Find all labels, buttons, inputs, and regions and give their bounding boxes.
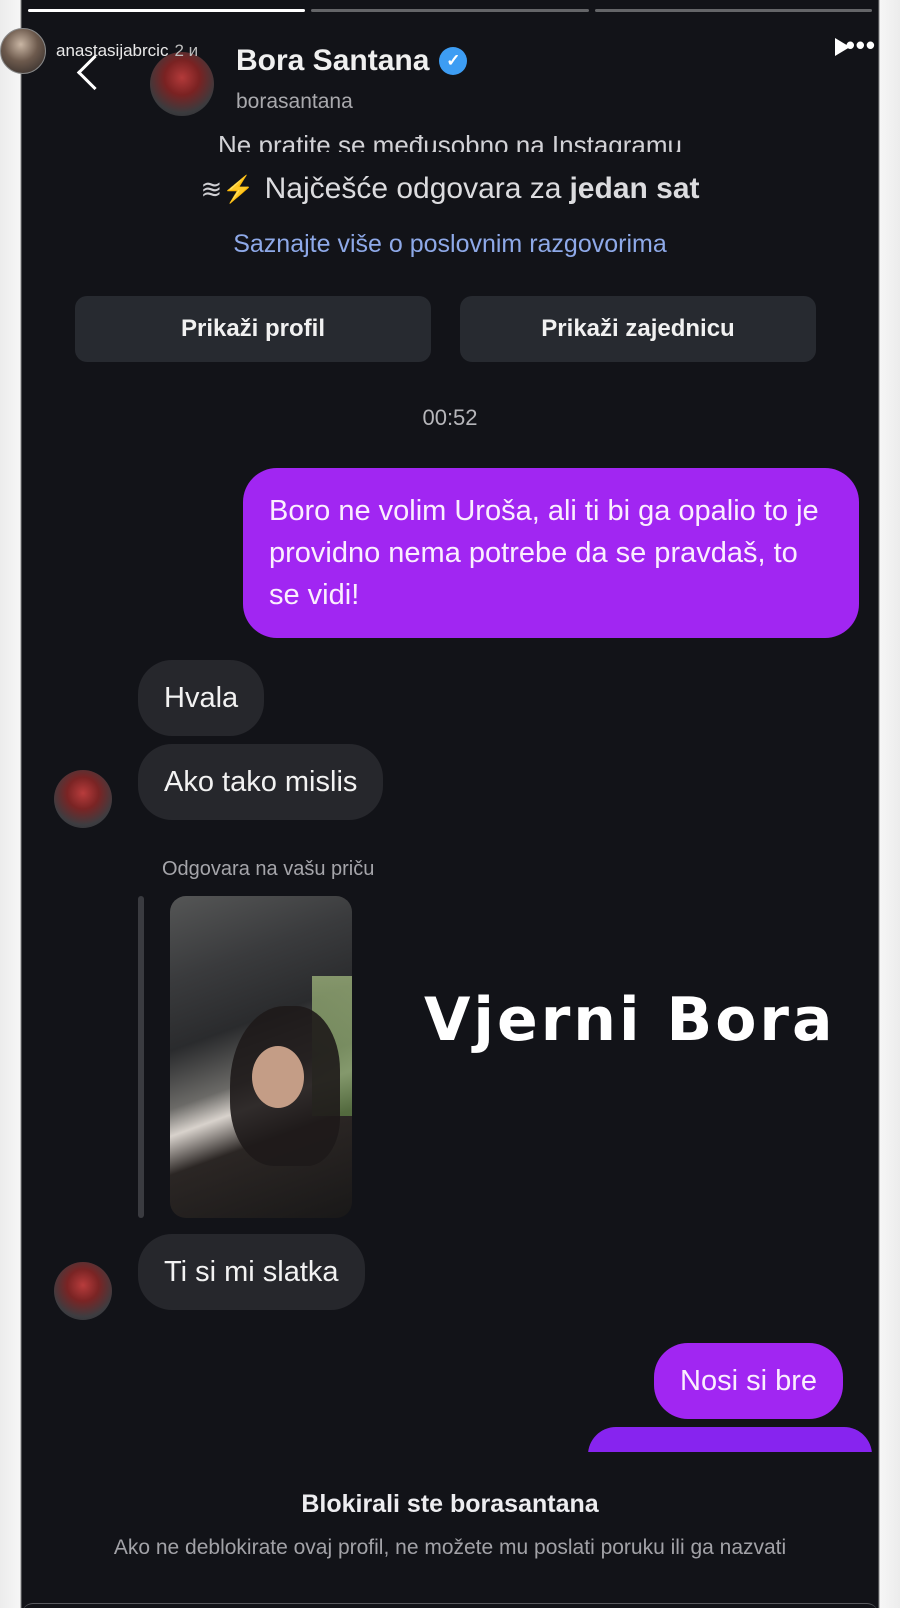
story-reply-label: Odgovara na vašu priču — [162, 858, 375, 880]
mutual-follow-info: Ne pratite se međusobno na Instagramu — [218, 130, 682, 152]
reply-indicator-bar — [138, 896, 144, 1218]
view-community-button[interactable]: Prikaži zajednicu — [460, 296, 816, 362]
more-options-icon[interactable]: ••• — [846, 30, 876, 61]
verified-badge-icon: ✓ — [439, 47, 468, 75]
message-bubble-outgoing[interactable]: Boro ne volim Uroša, ali ti bi ga opalio… — [243, 468, 859, 638]
story-caption-text: Vjerni Bora — [424, 985, 836, 1055]
story-header[interactable]: anastasijabrcic 2 и — [0, 28, 198, 74]
dm-screen: Bora Santana ✓ borasantana Ne pratite se… — [22, 0, 878, 1608]
response-time-bold: jedan sat — [569, 172, 700, 205]
blocked-notice: Blokirali ste borasantana Ako ne debloki… — [22, 1452, 878, 1608]
dm-contact-name[interactable]: Bora Santana ✓ — [236, 44, 468, 78]
story-progress-segment — [594, 9, 872, 12]
message-timestamp: 00:52 — [422, 405, 478, 430]
message-bubble-incoming[interactable]: Ako tako mislis — [138, 744, 384, 820]
story-thumbnail[interactable] — [170, 896, 352, 1218]
response-time-info: ≋⚡ Najčešće odgovara za jedan sat — [22, 172, 878, 206]
response-time-text: Najčešće odgovara za — [264, 172, 562, 205]
story-username[interactable]: anastasijabrcic — [56, 41, 168, 61]
message-bubble-incoming[interactable]: Hvala — [138, 660, 265, 736]
message-bubble-incoming[interactable]: Ti si mi slatka — [138, 1234, 365, 1310]
message-bubble-outgoing[interactable]: Nosi si bre — [654, 1343, 843, 1419]
story-progress-segment — [311, 9, 589, 12]
blocked-description: Ako ne deblokirate ovaj profil, ne možet… — [113, 1536, 787, 1559]
composer-edge — [22, 1603, 878, 1608]
story-progress-bar — [28, 9, 872, 12]
story-time: 2 и — [174, 41, 199, 60]
story-progress-segment — [28, 9, 306, 12]
dm-contact-handle: borasantana — [236, 90, 353, 113]
view-profile-button[interactable]: Prikaži profil — [75, 296, 431, 362]
contact-name-text: Bora Santana — [236, 44, 430, 77]
story-user-avatar[interactable] — [0, 28, 46, 74]
business-chat-link[interactable]: Saznajte više o poslovnim razgovorima — [22, 230, 878, 259]
sender-avatar[interactable] — [54, 770, 112, 828]
blocked-title: Blokirali ste borasantana — [301, 1490, 599, 1518]
thumbnail-face — [252, 1046, 304, 1108]
fast-reply-icon: ≋⚡ — [200, 173, 255, 204]
sender-avatar[interactable] — [54, 1262, 112, 1320]
